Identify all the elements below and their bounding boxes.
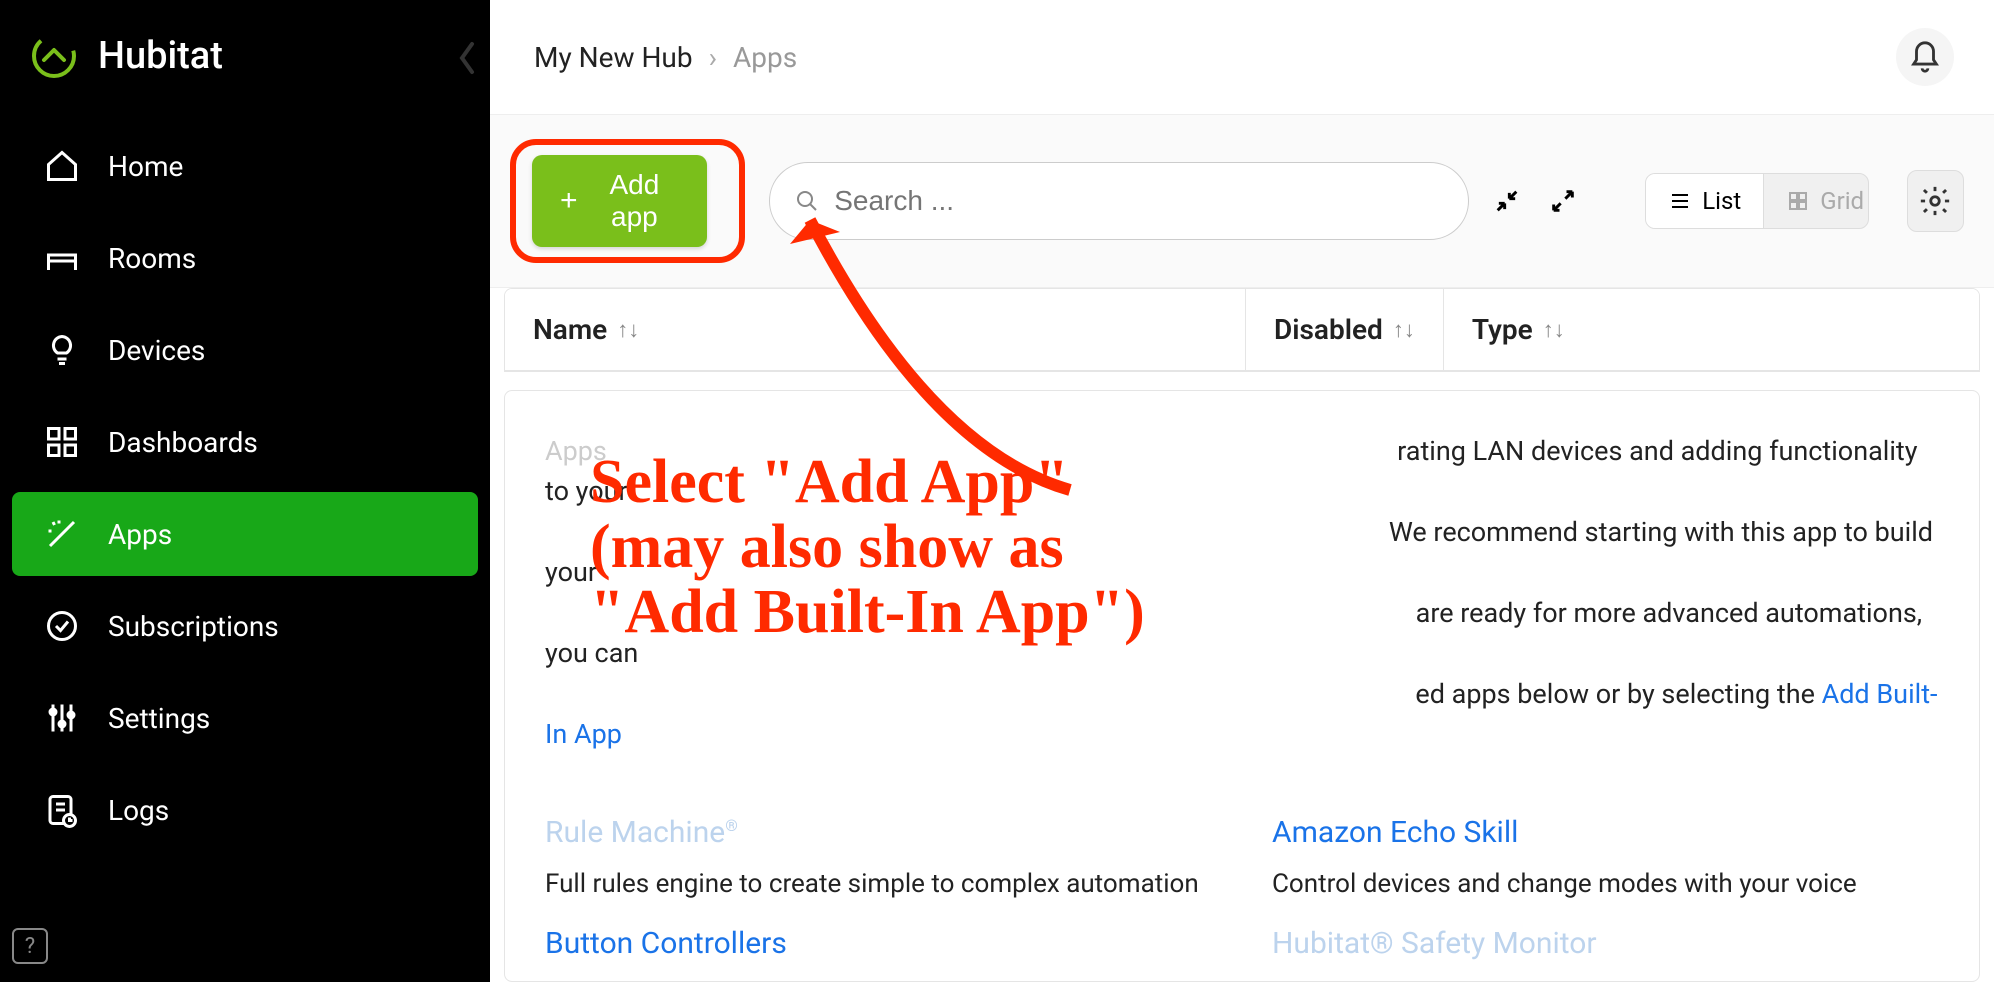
nav-label: Dashboards [108,426,258,459]
breadcrumb: My New Hub › Apps [534,41,797,74]
view-toggle: List Grid [1645,173,1868,229]
table-row: Basic Rules Basic Rules [505,371,1979,372]
nav-label: Home [108,150,183,183]
nav-logs[interactable]: Logs [12,768,478,852]
cell-name: Basic Rules [505,371,1245,372]
featured-title[interactable]: Hubitat® Safety Monitor [1272,926,1939,961]
sort-icon: ↑↓ [1543,317,1565,343]
nav-apps[interactable]: Apps [12,492,478,576]
brand: Hubitat [0,0,490,120]
wand-icon [42,514,82,554]
column-type[interactable]: Type ↑↓ [1443,289,1979,370]
nav-devices[interactable]: Devices [12,308,478,392]
nav-label: Settings [108,702,210,735]
nav-settings[interactable]: Settings [12,676,478,760]
dashboard-icon [42,422,82,462]
brand-title: Hubitat [98,34,223,78]
featured-desc: Control devices and change modes with yo… [1272,866,1939,902]
collapse-icon[interactable] [1493,187,1521,215]
column-disabled[interactable]: Disabled ↑↓ [1245,289,1443,370]
search-wrap [769,162,1469,240]
featured-col-right: Amazon Echo Skill Control devices and ch… [1272,815,1939,961]
nav-subscriptions[interactable]: Subscriptions [12,584,478,668]
nav: Home Rooms Devices Dashboards Apps Subsc… [0,120,490,856]
nav-label: Apps [108,518,172,551]
featured-desc: Full rules engine to create simple to co… [545,866,1212,902]
nav-label: Devices [108,334,205,367]
nav-rooms[interactable]: Rooms [12,216,478,300]
hubitat-logo-icon [30,32,78,80]
grid-icon [1786,189,1810,213]
view-grid-button[interactable]: Grid [1764,174,1868,228]
featured-title[interactable]: Button Controllers [545,926,1212,961]
settings-button[interactable] [1907,170,1964,232]
featured-col-left: Rule Machine® Full rules engine to creat… [545,815,1212,961]
column-name[interactable]: Name ↑↓ [505,289,1245,370]
table-header: Name ↑↓ Disabled ↑↓ Type ↑↓ [505,289,1979,371]
nav-home[interactable]: Home [12,124,478,208]
expand-icon[interactable] [1549,187,1577,215]
chevron-right-icon: › [709,41,717,74]
sort-icon: ↑↓ [617,317,639,343]
add-app-label: Add app [590,169,680,233]
sliders-icon [42,698,82,738]
nav-label: Rooms [108,242,196,275]
breadcrumb-current: Apps [733,41,797,74]
view-list-button[interactable]: List [1646,174,1764,228]
sidebar-collapse-button[interactable] [454,38,480,78]
bed-icon [42,238,82,278]
featured-apps: Rule Machine® Full rules engine to creat… [545,815,1939,961]
cell-disabled [1245,371,1425,372]
search-input[interactable] [769,162,1469,240]
density-controls [1493,187,1577,215]
toolbar: + Add app List Grid [490,115,1994,288]
home-icon [42,146,82,186]
nav-label: Subscriptions [108,610,279,643]
view-grid-label: Grid [1820,187,1864,215]
breadcrumb-hub[interactable]: My New Hub [534,41,693,74]
bulb-icon [42,330,82,370]
help-button[interactable]: ? [12,928,48,964]
description-panel: Appsxxxxxxxxxxxxxxxxxxxxxxxxxxxxxxxxxxxx… [504,390,1980,982]
plus-icon: + [560,184,578,218]
topbar: My New Hub › Apps [490,0,1994,115]
sidebar: Hubitat Home Rooms Devices Dashboards Ap… [0,0,490,982]
notifications-button[interactable] [1896,28,1954,86]
logs-icon [42,790,82,830]
featured-title[interactable]: Rule Machine® [545,815,738,850]
add-app-button[interactable]: + Add app [532,155,707,247]
list-icon [1668,189,1692,213]
view-list-label: List [1702,187,1741,215]
featured-title[interactable]: Amazon Echo Skill [1272,815,1518,850]
check-circle-icon [42,606,82,646]
main: My New Hub › Apps + Add app [490,0,1994,982]
nav-label: Logs [108,794,169,827]
cell-type: Basic Rules [1425,371,1979,372]
apps-table: Name ↑↓ Disabled ↑↓ Type ↑↓ Basic Rules [504,288,1980,372]
nav-dashboards[interactable]: Dashboards [12,400,478,484]
annotation-highlight-box: + Add app [510,139,745,263]
sort-icon: ↑↓ [1393,317,1415,343]
description-text: Appsxxxxxxxxxxxxxxxxxxxxxxxxxxxxxxxxxxxx… [545,431,1939,755]
search-icon [795,189,819,213]
